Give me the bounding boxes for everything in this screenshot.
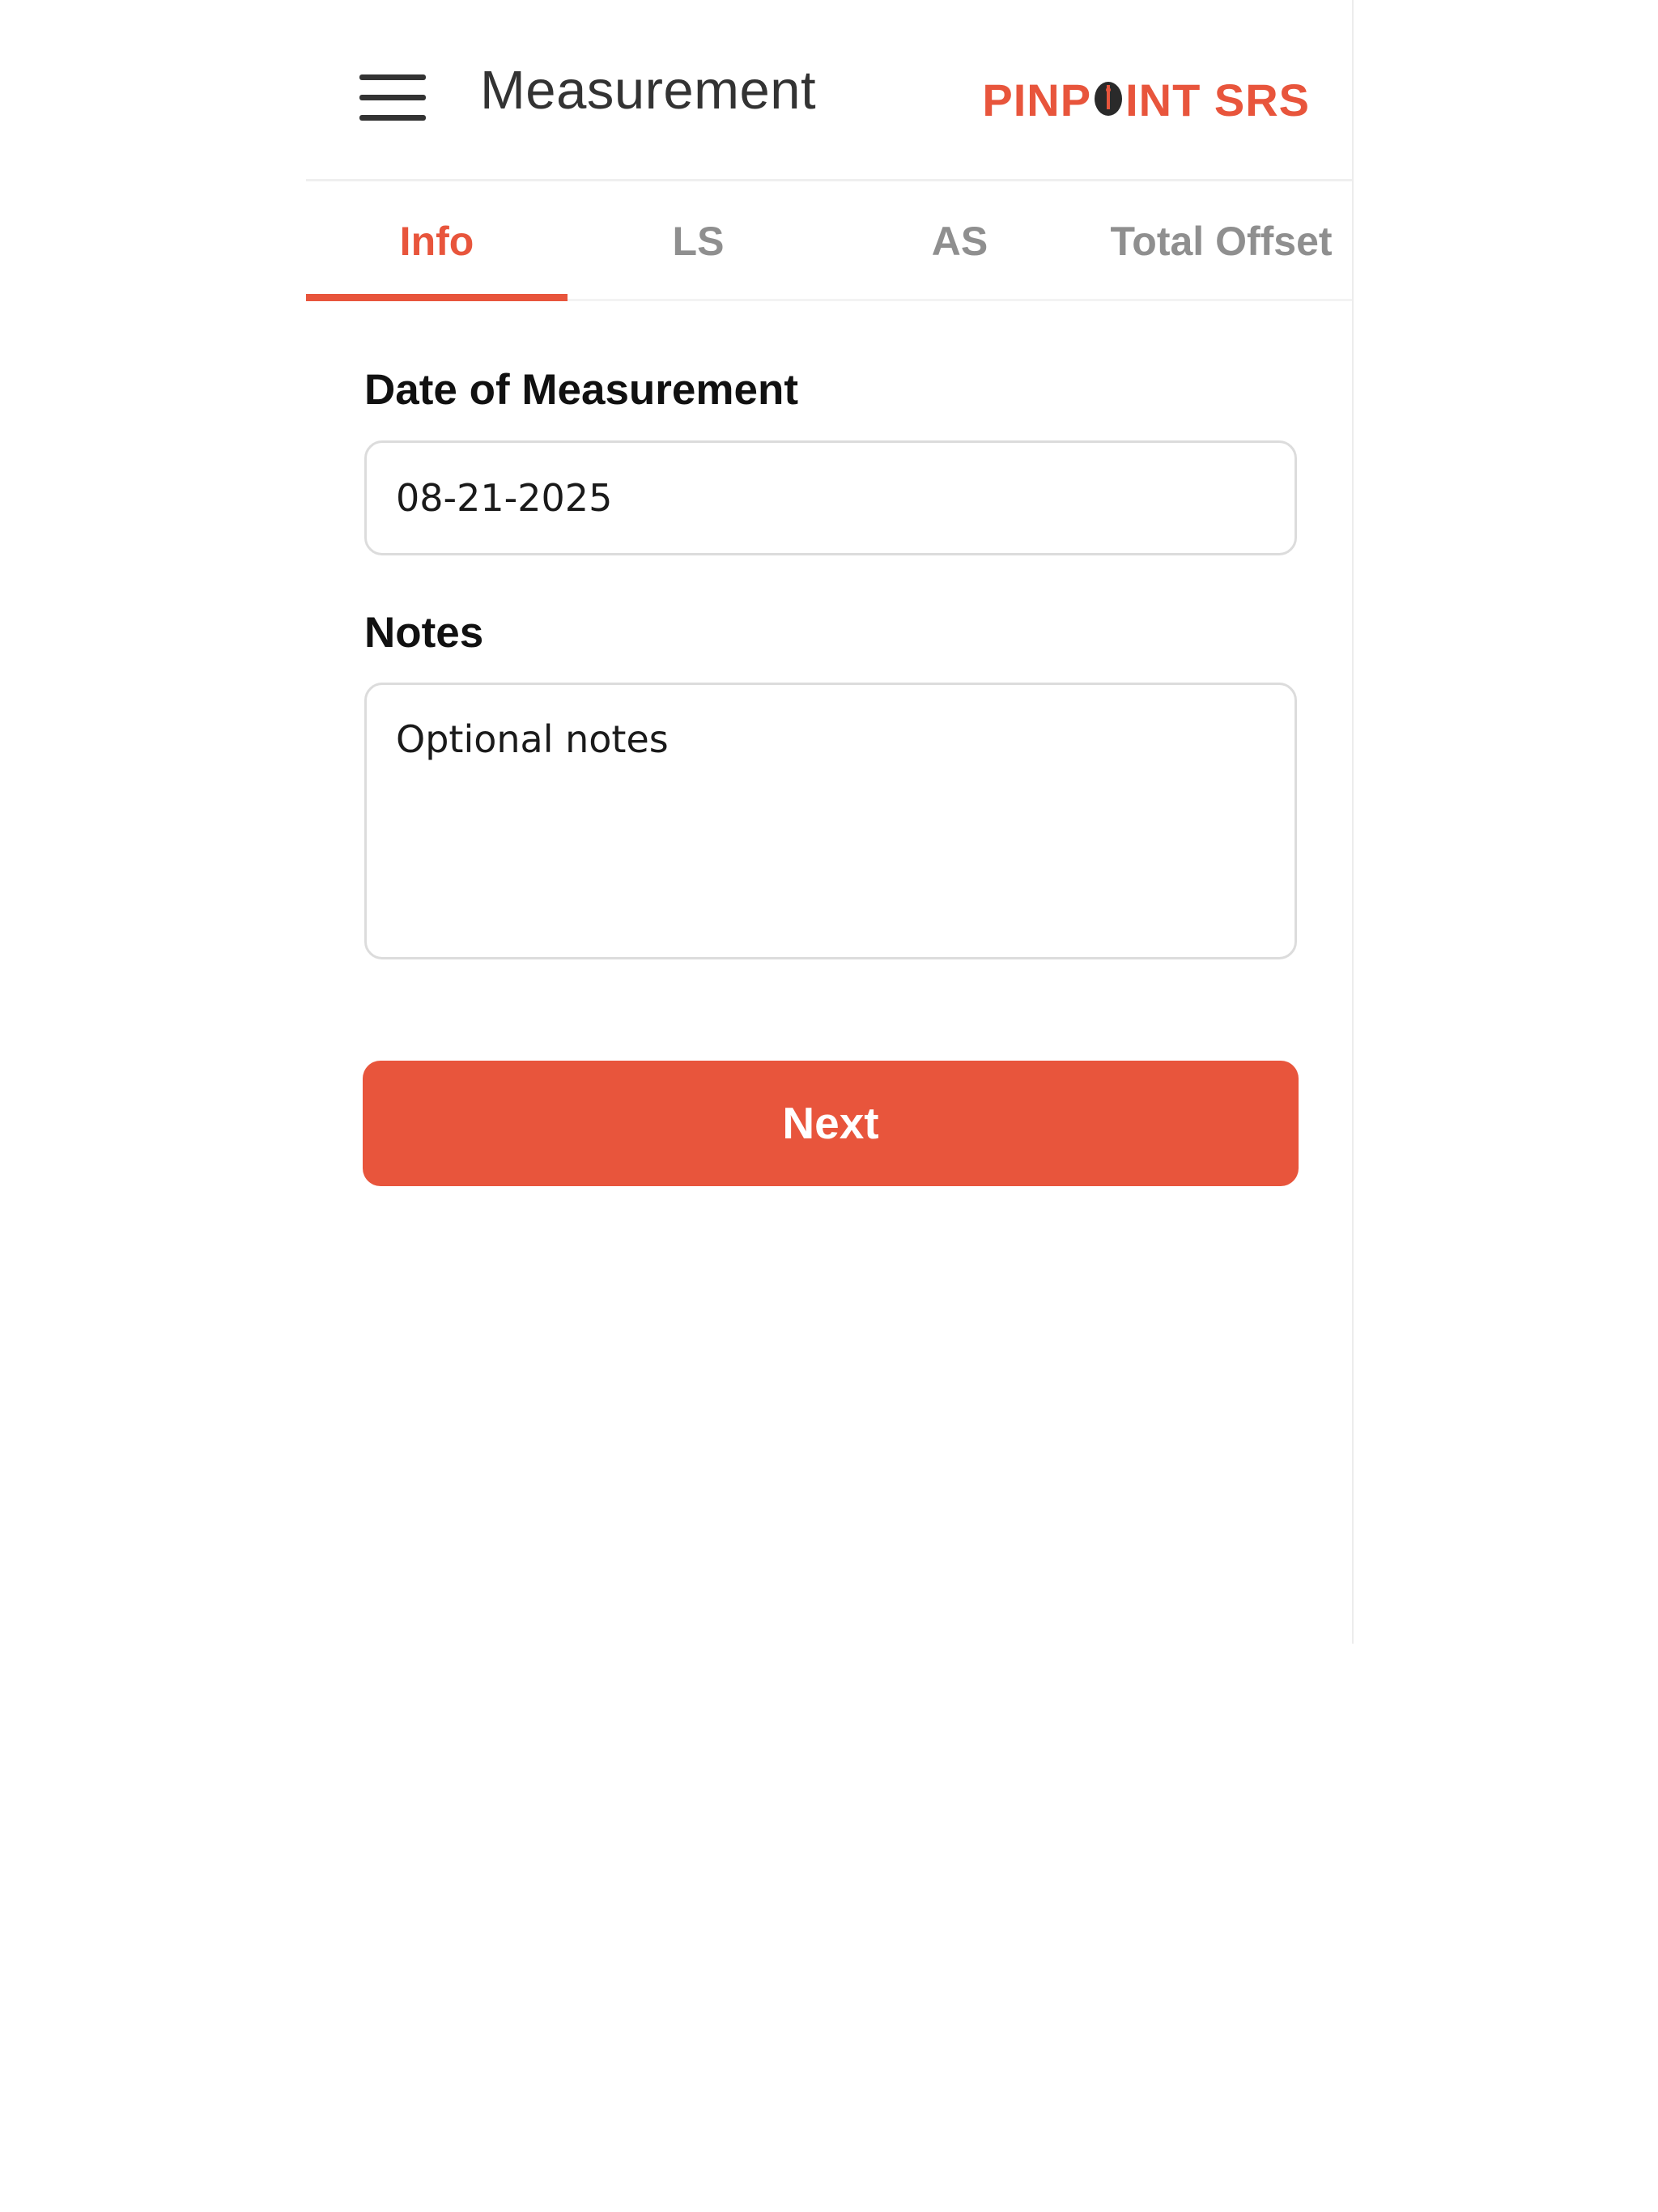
pin-icon bbox=[1093, 80, 1124, 117]
page-title: Measurement bbox=[480, 60, 817, 121]
pinpoint-logo: PINP INT SRS bbox=[982, 78, 1310, 123]
hamburger-menu-icon[interactable] bbox=[359, 74, 426, 123]
date-of-measurement-label: Date of Measurement bbox=[364, 366, 799, 414]
tab-info[interactable]: Info bbox=[306, 184, 568, 301]
tab-bar: Info LS AS Total Offset bbox=[306, 184, 1352, 301]
logo-text-right: INT SRS bbox=[1125, 74, 1310, 125]
tab-ls[interactable]: LS bbox=[568, 184, 829, 299]
tab-as[interactable]: AS bbox=[829, 184, 1090, 299]
app-window: Measurement PINP INT SRS Info LS AS Total… bbox=[306, 0, 1354, 1644]
app-header: Measurement PINP INT SRS bbox=[306, 0, 1352, 181]
logo-text-left: PINP bbox=[982, 74, 1092, 125]
date-of-measurement-field[interactable]: 08-21-2025 bbox=[364, 440, 1297, 555]
tab-total-offset[interactable]: Total Offset bbox=[1090, 184, 1352, 299]
next-button[interactable]: Next bbox=[363, 1061, 1299, 1186]
notes-label: Notes bbox=[364, 609, 484, 657]
notes-field[interactable]: Optional notes bbox=[364, 683, 1297, 959]
